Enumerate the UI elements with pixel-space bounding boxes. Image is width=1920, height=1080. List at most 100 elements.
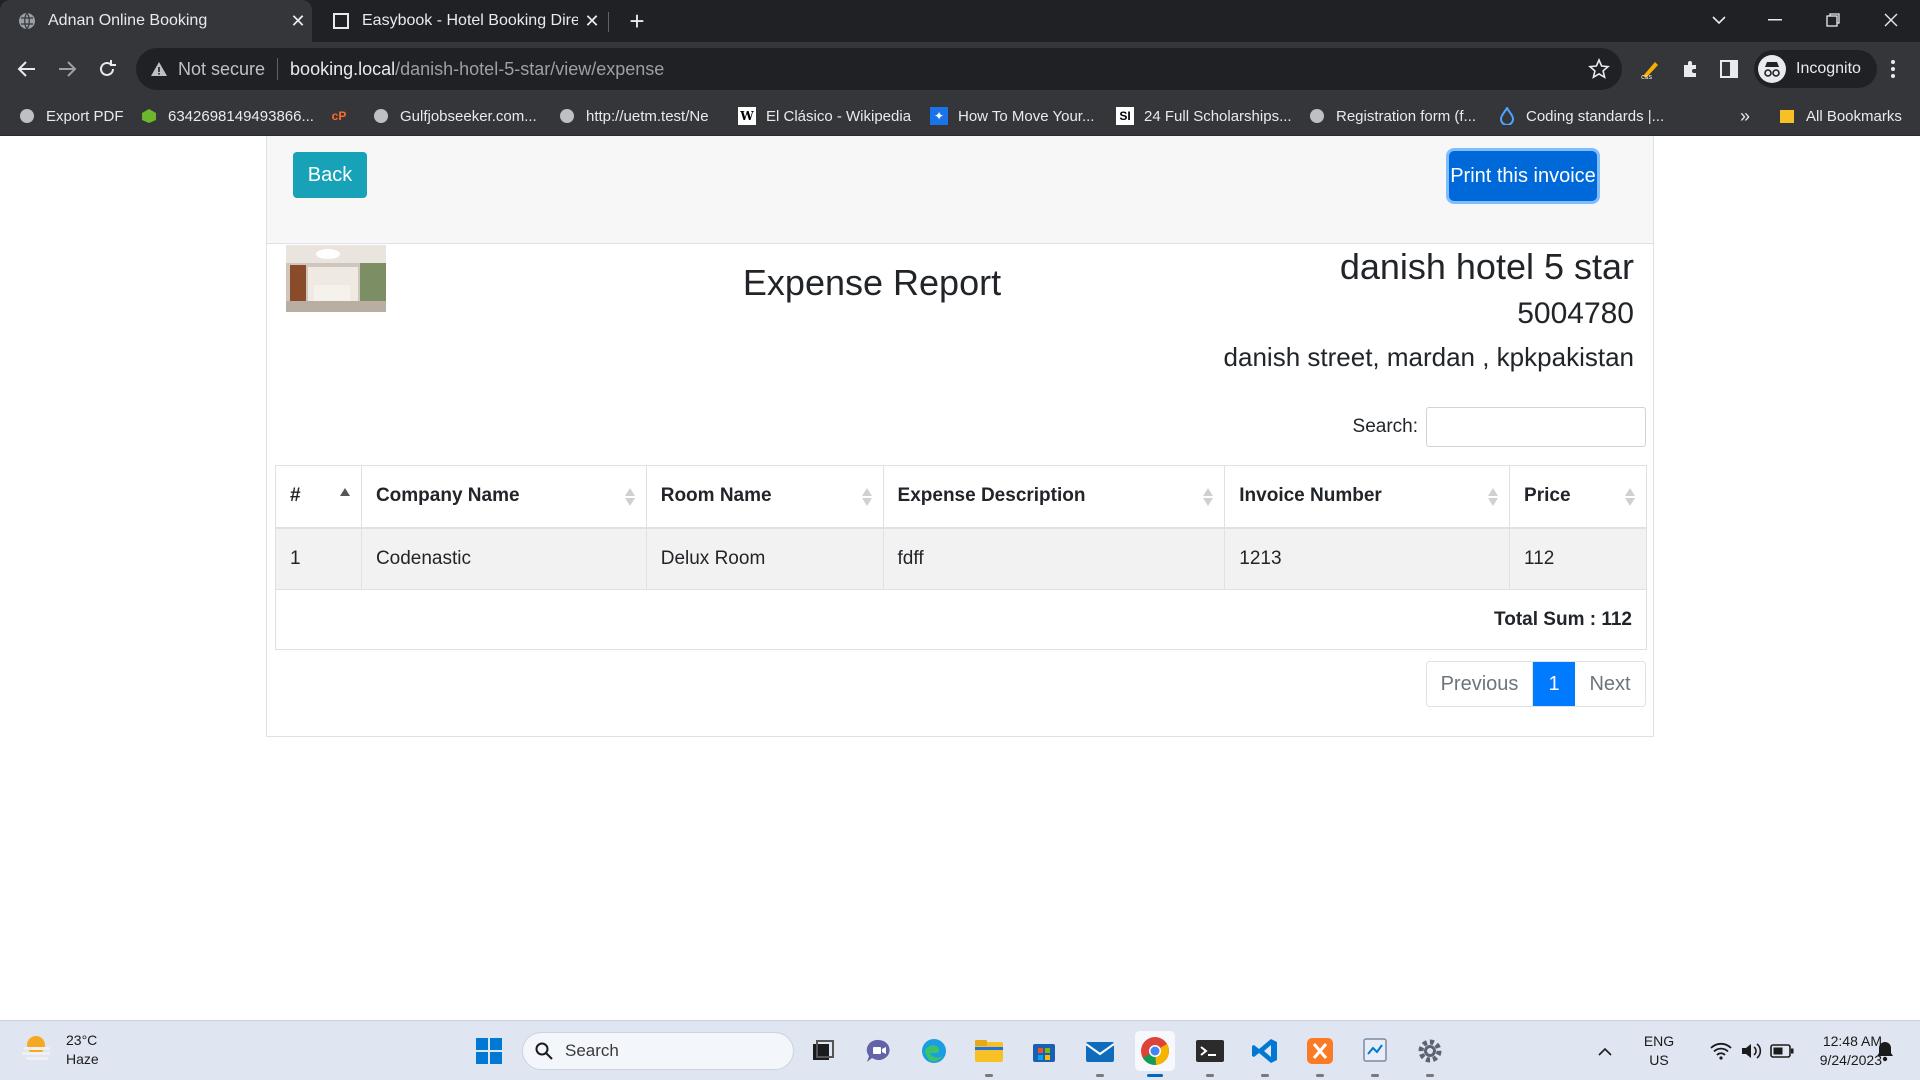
green-app-icon [140, 107, 158, 125]
table-header-row: # Company Name Room Name Expense Descrip… [275, 465, 1647, 529]
bookmark-export-pdf[interactable]: Export PDF [18, 96, 124, 136]
incognito-profile[interactable]: Incognito [1754, 50, 1877, 88]
overflow-label: » [1740, 105, 1751, 126]
bookmark-label: Coding standards |... [1526, 107, 1665, 125]
bookmark-el-clasico[interactable]: W El Clásico - Wikipedia [738, 96, 911, 136]
vscode-icon[interactable] [1245, 1031, 1285, 1077]
hotel-phone: 5004780 [1517, 297, 1634, 330]
bookmark-cpanel[interactable]: cP [330, 96, 358, 136]
microsoft-store-icon[interactable] [1024, 1031, 1064, 1071]
browser-toolbar: Not secure booking.local /danish-hotel-5… [0, 42, 1920, 96]
show-hidden-icons-chevron-icon[interactable] [1590, 1031, 1620, 1071]
bookmark-uetm[interactable]: http://uetm.test/Ne [558, 96, 709, 136]
column-label: Room Name [660, 485, 772, 507]
chrome-icon[interactable] [1135, 1031, 1175, 1077]
total-row: Total Sum : 112 [275, 589, 1647, 650]
bookmark-gulfjobseeker[interactable]: Gulfjobseeker.com... [372, 96, 537, 136]
notifications-bell-icon[interactable] [1868, 1031, 1902, 1071]
bookmark-label: How To Move Your... [958, 107, 1095, 125]
column-label: Price [1524, 485, 1571, 507]
close-tab-icon[interactable]: ✕ [284, 11, 312, 32]
column-header-expense-description[interactable]: Expense Description [882, 465, 1226, 529]
tab-search-chevron-icon[interactable] [1696, 0, 1742, 40]
hotel-name: danish hotel 5 star [1339, 246, 1634, 287]
search-label: Search: [1352, 416, 1418, 437]
bookmark-label: http://uetm.test/Ne [586, 107, 709, 125]
search-input[interactable] [1426, 407, 1646, 447]
close-tab-icon[interactable]: ✕ [578, 11, 606, 32]
all-bookmarks[interactable]: All Bookmarks [1778, 96, 1902, 136]
mail-icon[interactable] [1080, 1031, 1120, 1077]
globe-icon [372, 107, 390, 125]
column-header-price[interactable]: Price [1509, 465, 1647, 529]
bookmark-star-icon[interactable] [1588, 57, 1610, 80]
warning-icon[interactable] [150, 60, 168, 78]
security-label[interactable]: Not secure [178, 59, 265, 80]
table-row: 1 Codenastic Delux Room fdff 1213 112 [275, 527, 1647, 590]
bookmark-registration-form[interactable]: Registration form (f... [1308, 96, 1476, 136]
sort-icon [1625, 488, 1635, 506]
running-indicator [1371, 1074, 1379, 1077]
column-header-number[interactable]: # [275, 465, 362, 529]
tab-easybook[interactable]: Easybook - Hotel Booking Directo ✕ [314, 0, 606, 42]
reload-icon[interactable] [90, 52, 124, 86]
tab-adnan-online-booking[interactable]: Adnan Online Booking ✕ [0, 0, 312, 42]
weather-widget[interactable]: 23°C Haze [20, 1031, 99, 1069]
windows-start-icon[interactable] [469, 1031, 509, 1071]
edge-icon[interactable] [914, 1031, 954, 1071]
column-header-company-name[interactable]: Company Name [360, 465, 647, 529]
file-explorer-icon[interactable] [969, 1031, 1009, 1077]
restore-icon[interactable] [1810, 0, 1856, 40]
remote-desktop-icon[interactable] [1355, 1031, 1395, 1077]
url-path: /danish-hotel-5-star/view/expense [395, 58, 665, 79]
weather-haze-icon [20, 1033, 54, 1068]
column-header-invoice-number[interactable]: Invoice Number [1224, 465, 1511, 529]
cell-expense-description: fdff [882, 527, 1226, 590]
pagination-page-1[interactable]: 1 [1533, 662, 1575, 706]
taskbar-search-placeholder: Search [565, 1041, 619, 1060]
total-sum: Total Sum : 112 [275, 589, 1647, 650]
back-arrow-icon[interactable] [10, 52, 44, 86]
task-view-icon[interactable] [803, 1031, 843, 1071]
bookmark-how-to-move[interactable]: ✦ How To Move Your... [930, 96, 1094, 136]
si-logo-icon: SI [1116, 107, 1134, 125]
pagination: Previous 1 Next [1426, 661, 1646, 707]
bookmark-coding-standards[interactable]: Coding standards |... [1498, 96, 1664, 136]
print-invoice-button[interactable]: Print this invoice [1449, 151, 1597, 201]
bookmark-label: 6342698149493866... [168, 107, 314, 125]
pagination-previous[interactable]: Previous [1427, 662, 1533, 706]
bookmark-scholarships[interactable]: SI 24 Full Scholarships... [1116, 96, 1292, 136]
settings-gear-icon[interactable] [1410, 1031, 1450, 1077]
close-window-icon[interactable] [1868, 0, 1914, 40]
column-header-room-name[interactable]: Room Name [645, 465, 884, 529]
forward-arrow-icon[interactable] [50, 52, 84, 86]
bookmark-label: Registration form (f... [1336, 107, 1477, 125]
xampp-icon[interactable] [1300, 1031, 1340, 1077]
sort-icon [1488, 488, 1499, 506]
taskbar-search[interactable]: Search [522, 1032, 794, 1070]
terminal-icon[interactable] [1190, 1031, 1230, 1077]
folder-icon [1778, 107, 1796, 125]
bookmark-label: 24 Full Scholarships... [1144, 107, 1292, 125]
back-button[interactable]: Back [293, 152, 367, 198]
incognito-icon [1758, 55, 1786, 83]
new-tab-icon[interactable]: + [622, 6, 652, 36]
cell-company-name: Codenastic [360, 527, 647, 590]
running-indicator [1096, 1074, 1104, 1077]
weather-temp: 23°C [66, 1032, 98, 1048]
side-panel-icon[interactable] [1716, 56, 1742, 82]
cell-price: 112 [1509, 527, 1647, 590]
teams-chat-icon[interactable] [859, 1031, 899, 1071]
css-extension-icon[interactable]: css [1637, 56, 1663, 82]
column-label: Company Name [375, 485, 520, 507]
bookmark-number[interactable]: 6342698149493866... [140, 96, 314, 136]
address-bar[interactable]: Not secure booking.local /danish-hotel-5… [136, 48, 1622, 90]
url-host: booking.local [290, 58, 396, 79]
chrome-menu-icon[interactable] [1880, 56, 1906, 82]
bookmarks-overflow-chevron[interactable]: » [1740, 96, 1750, 136]
language-indicator[interactable]: ENG US [1640, 1032, 1678, 1070]
pagination-next[interactable]: Next [1575, 662, 1645, 706]
extensions-puzzle-icon[interactable] [1678, 56, 1704, 82]
running-indicator [1426, 1074, 1434, 1077]
minimize-icon[interactable] [1752, 0, 1798, 40]
